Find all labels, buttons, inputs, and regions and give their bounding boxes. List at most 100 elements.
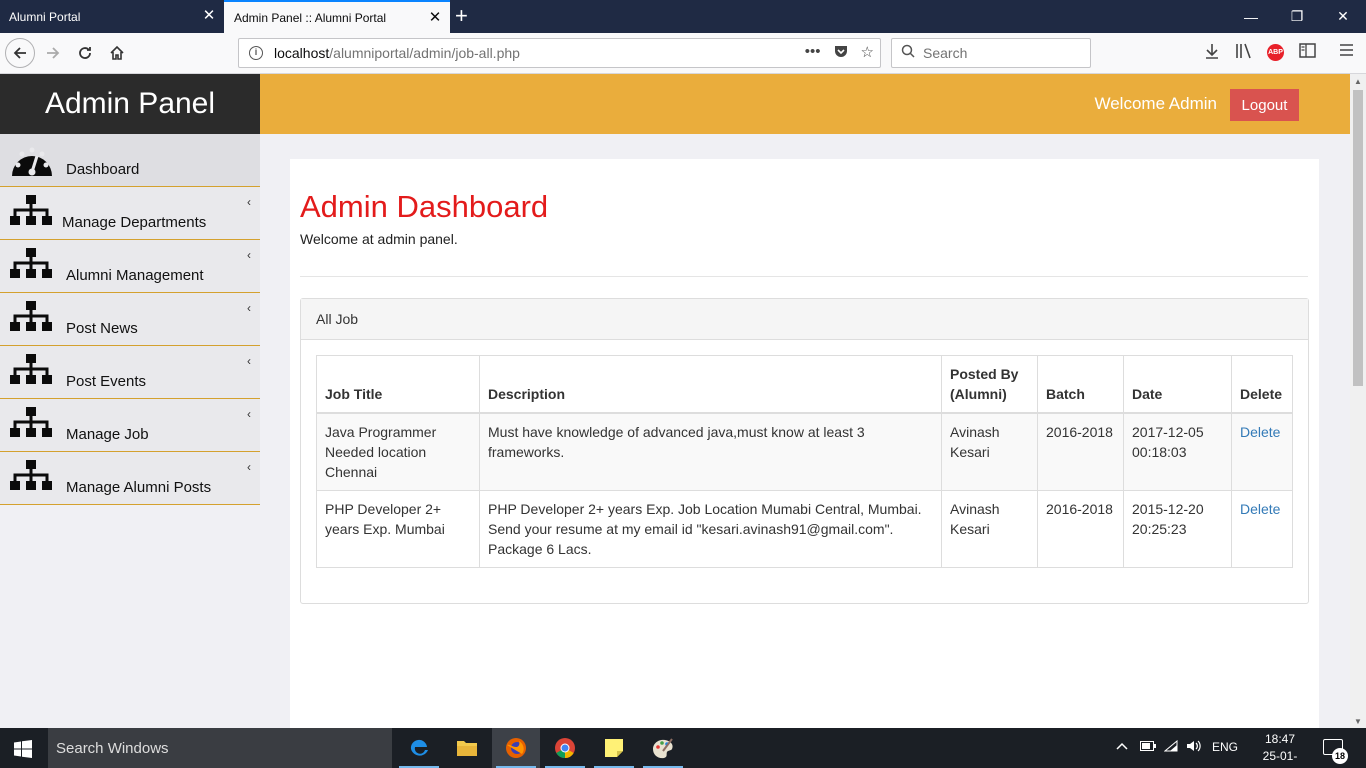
column-header: Posted By (Alumni) [941,355,1038,414]
minimize-button[interactable]: — [1228,0,1274,33]
sidebar-item-label: Dashboard [66,161,140,178]
sidebar-item-dashboard[interactable]: Dashboard [0,134,260,187]
chevron-left-icon: ‹ [247,354,251,368]
search-placeholder: Search [923,45,968,61]
batch-cell: 2016-2018 [1037,490,1124,568]
taskbar-search[interactable]: Search Windows [48,728,392,768]
description-cell: PHP Developer 2+ years Exp. Job Location… [479,490,942,568]
delete-cell: Delete [1231,490,1293,568]
date-cell: 2017-12-05 00:18:03 [1123,412,1232,491]
notification-badge: 18 [1332,748,1348,764]
forward-arrow-icon [47,47,60,59]
sitemap-icon [10,460,52,502]
tab-alumni-portal[interactable]: Alumni Portal ✕ [0,0,224,33]
scrollbar-thumb[interactable] [1353,90,1363,386]
sidebar-item-alumni-management[interactable]: Alumni Management ‹ [0,240,260,293]
jobs-panel: All Job Job Title Description Posted By … [300,298,1309,604]
taskbar-search-placeholder: Search Windows [56,739,169,757]
search-bar[interactable]: Search [891,38,1091,68]
column-header: Job Title [316,355,480,414]
tab-close-icon[interactable]: ✕ [428,10,442,25]
volume-icon[interactable] [1186,740,1202,755]
logout-button[interactable]: Logout [1230,89,1299,121]
sidebar-item-post-events[interactable]: Post Events ‹ [0,346,260,399]
sitemap-icon [10,195,52,237]
tab-admin-panel[interactable]: Admin Panel :: Alumni Portal ✕ [224,0,450,33]
tab-close-icon[interactable]: ✕ [202,8,216,23]
sidebar-item-label: Alumni Management [66,267,204,284]
new-tab-button[interactable]: + [455,5,468,27]
delete-link[interactable]: Delete [1240,424,1280,440]
bookmark-star-icon[interactable]: ☆ [861,43,874,63]
tab-title: Admin Panel :: Alumni Portal [234,10,387,25]
clock-date: 25-01-2018 [1262,749,1298,768]
sitemap-icon [10,301,52,343]
library-icon[interactable] [1235,43,1253,63]
back-button[interactable] [5,38,35,68]
scroll-up-icon[interactable]: ▲ [1354,77,1362,86]
window-close-button[interactable]: ✕ [1320,0,1366,33]
top-header: Welcome Admin Logout [260,74,1350,134]
show-hidden-icons-icon[interactable] [1116,740,1128,754]
column-header: Description [479,355,942,414]
table-row: Java Programmer Needed location Chennai … [316,412,1293,491]
windows-taskbar: Search Windows ENG 18:47 25-01-2018 18 [0,728,1366,768]
url-path: /alumniportal/admin/job-all.php [329,45,520,61]
wifi-icon[interactable] [1163,739,1178,755]
welcome-text: Welcome Admin [1094,94,1217,113]
sidebar-item-post-news[interactable]: Post News ‹ [0,293,260,346]
windows-start-icon[interactable] [14,740,32,761]
posted-by-cell: Avinash Kesari [941,412,1038,491]
scroll-down-icon[interactable]: ▼ [1354,717,1362,726]
adblock-plus-icon[interactable]: ABP [1267,44,1284,61]
search-icon [901,44,915,62]
table-row: PHP Developer 2+ years Exp. Mumbai PHP D… [316,490,1293,568]
restore-button[interactable]: ❐ [1274,0,1320,33]
browser-toolbar: i localhost/alumniportal/admin/job-all.p… [0,33,1366,74]
sidebar: Dashboard Manage Departments ‹ Alumni Ma… [0,134,260,505]
batch-cell: 2016-2018 [1037,412,1124,491]
menu-icon[interactable] [1339,43,1354,61]
browser-tab-strip: Alumni Portal ✕ Admin Panel :: Alumni Po… [0,0,1366,33]
tab-title: Alumni Portal [9,9,81,24]
firefox-icon[interactable] [492,728,540,768]
column-header: Delete [1231,355,1293,414]
job-title-cell: Java Programmer Needed location Chennai [316,412,480,491]
sticky-notes-icon[interactable] [590,728,638,768]
page-scrollbar[interactable]: ▲ ▼ [1350,74,1366,728]
site-info-icon[interactable]: i [249,46,263,60]
page-title: Admin Dashboard [300,189,549,224]
divider [300,276,1308,277]
jobs-table: Job Title Description Posted By (Alumni)… [316,355,1293,568]
job-title-cell: PHP Developer 2+ years Exp. Mumbai [316,490,480,568]
taskbar-clock[interactable]: 18:47 25-01-2018 [1252,731,1308,768]
home-button[interactable] [102,38,132,68]
paint-icon[interactable] [639,728,687,768]
url-host: localhost [274,45,330,61]
language-indicator[interactable]: ENG [1212,740,1238,754]
page-actions-icon[interactable]: ••• [805,43,821,63]
column-header: Date [1123,355,1232,414]
downloads-icon[interactable] [1204,43,1220,63]
sidebar-toggle-icon[interactable] [1299,43,1316,62]
url-bar[interactable]: i localhost/alumniportal/admin/job-all.p… [238,38,881,68]
sidebar-item-label: Manage Departments [62,214,207,231]
pocket-icon[interactable] [833,43,849,63]
reload-button[interactable] [70,38,100,68]
forward-button[interactable] [38,38,68,68]
description-cell: Must have knowledge of advanced java,mus… [479,412,942,491]
column-header: Batch [1037,355,1124,414]
chrome-icon[interactable] [541,728,589,768]
delete-link[interactable]: Delete [1240,501,1280,517]
chevron-left-icon: ‹ [247,407,251,421]
table-header-row: Job Title Description Posted By (Alumni)… [316,355,1293,414]
sidebar-item-manage-alumni-posts[interactable]: Manage Alumni Posts ‹ [0,452,260,505]
sidebar-item-label: Post Events [66,373,147,390]
sidebar-item-manage-job[interactable]: Manage Job ‹ [0,399,260,452]
clock-time: 18:47 [1264,732,1296,746]
sitemap-icon [10,407,52,449]
edge-icon[interactable] [395,728,443,768]
sidebar-item-manage-departments[interactable]: Manage Departments ‹ [0,187,260,240]
battery-icon[interactable] [1140,740,1156,754]
file-explorer-icon[interactable] [443,728,491,768]
